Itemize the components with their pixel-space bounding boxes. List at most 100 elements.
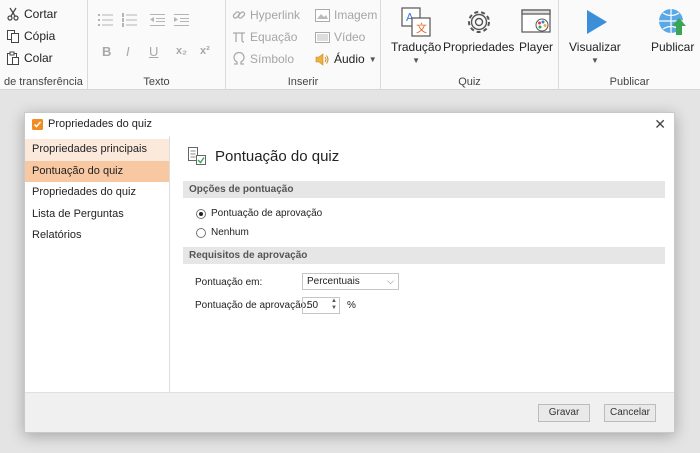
score-in-value: Percentuais — [307, 276, 360, 287]
increase-indent-icon[interactable] — [174, 13, 190, 27]
scoring-options-header: Opções de pontuação — [183, 181, 665, 198]
numbered-list-icon[interactable] — [122, 13, 138, 27]
insert-group-label: Inserir — [287, 76, 319, 88]
quiz-properties-dialog: Propriedades do quiz ✕ Propriedades prin… — [24, 112, 675, 433]
page-title: Pontuação do quiz — [215, 147, 340, 165]
dialog-content: Pontuação do quiz Opções de pontuação Po… — [171, 136, 675, 394]
publish-group: Visualizar ▼ Publicar Publicar — [559, 0, 700, 90]
radio-selected-indicator — [196, 208, 206, 219]
quiz-check-icon — [32, 118, 43, 130]
pass-requirements-header: Requisitos de aprovação — [183, 247, 665, 264]
sidebar-item-quiz-properties[interactable]: Propriedades do quiz — [25, 182, 169, 204]
properties-label: Propriedades — [443, 40, 515, 54]
image-icon — [315, 8, 330, 22]
video-button[interactable]: Vídeo — [315, 30, 365, 44]
audio-label: Áudio — [334, 52, 365, 66]
player-button[interactable]: Player — [519, 6, 553, 54]
sidebar-item-question-list[interactable]: Lista de Perguntas — [25, 204, 169, 226]
clipboard-group: Cortar Cópia Colar de transferência — [0, 0, 88, 90]
equation-button[interactable]: Equação — [232, 30, 297, 44]
properties-button[interactable]: Propriedades — [443, 6, 514, 54]
player-icon — [521, 9, 551, 33]
stepper-up-icon[interactable]: ▲ — [331, 298, 337, 305]
audio-dropdown-icon[interactable]: ▼ — [369, 55, 377, 64]
subscript-button[interactable]: x₂ — [176, 45, 187, 57]
translation-label: Tradução — [391, 40, 442, 54]
superscript-button[interactable]: x² — [200, 45, 210, 57]
text-group-label: Texto — [143, 76, 170, 88]
paste-button[interactable]: Colar — [6, 51, 53, 65]
chevron-down-icon: ⌵ — [387, 276, 394, 286]
preview-button[interactable]: Visualizar ▼ — [569, 6, 621, 65]
speaker-icon — [315, 52, 329, 66]
paste-label: Colar — [24, 51, 53, 65]
bold-button[interactable]: B — [102, 44, 111, 59]
preview-dropdown-icon[interactable]: ▼ — [591, 56, 599, 65]
publish-button[interactable]: Publicar — [651, 6, 694, 54]
passing-score-value: 50 — [307, 300, 319, 311]
passing-score-label: Pontuação de aprovação: — [195, 300, 309, 311]
translation-dropdown-icon[interactable]: ▼ — [412, 56, 420, 65]
pi-icon — [233, 32, 245, 43]
sidebar-item-main-properties[interactable]: Propriedades principais — [25, 139, 169, 161]
radio-none-label: Nenhum — [211, 227, 249, 238]
scissors-icon — [7, 7, 19, 21]
section-heading: Pontuação do quiz — [187, 146, 339, 166]
stepper-arrows[interactable]: ▲ ▼ — [331, 298, 337, 312]
dialog-title: Propriedades do quiz — [48, 118, 152, 130]
equation-label: Equação — [250, 30, 298, 44]
audio-button[interactable]: Áudio ▼ — [315, 52, 377, 66]
bullet-list-icon[interactable] — [98, 13, 114, 27]
publish-globe-icon — [658, 9, 686, 35]
radio-passing-score[interactable]: Pontuação de aprovação — [196, 208, 322, 219]
score-in-select[interactable]: Percentuais ⌵ — [302, 273, 399, 290]
underline-button[interactable]: U — [149, 44, 158, 59]
hyperlink-button[interactable]: Hyperlink — [232, 8, 300, 22]
cancel-button[interactable]: Cancelar — [604, 404, 656, 422]
stepper-down-icon[interactable]: ▼ — [331, 305, 337, 312]
decrease-indent-icon[interactable] — [150, 13, 166, 27]
symbol-button[interactable]: Símbolo — [232, 52, 294, 66]
quiz-group-label: Quiz — [458, 76, 481, 88]
radio-passing-score-label: Pontuação de aprovação — [211, 208, 323, 219]
video-icon — [315, 31, 330, 43]
translation-button[interactable]: A文 Tradução ▼ — [391, 6, 441, 65]
sidebar-item-reports[interactable]: Relatórios — [25, 225, 169, 247]
publish-group-label: Publicar — [609, 76, 650, 88]
hyperlink-label: Hyperlink — [250, 8, 301, 22]
gear-icon — [467, 11, 490, 33]
save-button[interactable]: Gravar — [538, 404, 590, 422]
omega-icon — [233, 52, 245, 65]
cut-button[interactable]: Cortar — [6, 7, 57, 21]
radio-none[interactable]: Nenhum — [196, 227, 249, 238]
text-group: B I U x₂ x² Texto — [88, 0, 226, 90]
dialog-footer: Gravar Cancelar — [25, 392, 674, 432]
copy-button[interactable]: Cópia — [6, 29, 55, 43]
sidebar-item-quiz-scoring[interactable]: Pontuação do quiz — [25, 160, 169, 182]
passing-score-stepper[interactable]: 50 ▲ ▼ — [302, 297, 340, 314]
percent-unit: % — [347, 300, 356, 311]
score-in-label: Pontuação em: — [195, 277, 263, 288]
quiz-group: A文 Tradução ▼ Propriedades Player Quiz — [381, 0, 559, 90]
cut-label: Cortar — [24, 7, 58, 21]
dialog-titlebar: Propriedades do quiz ✕ — [25, 113, 674, 135]
radio-unselected-indicator — [196, 227, 206, 238]
image-button[interactable]: Imagem — [315, 8, 377, 22]
video-label: Vídeo — [334, 30, 366, 44]
publish-label: Publicar — [651, 40, 695, 54]
svg-text:文: 文 — [416, 21, 427, 35]
insert-group: Hyperlink Equação Símbolo Imagem Vídeo Á… — [226, 0, 381, 90]
clipboard-group-label: de transferência — [4, 76, 83, 88]
image-label: Imagem — [334, 8, 378, 22]
player-label: Player — [519, 40, 554, 54]
translation-icon: A文 — [401, 7, 431, 37]
paste-icon — [7, 51, 19, 65]
preview-label: Visualizar — [569, 40, 621, 54]
copy-label: Cópia — [24, 29, 56, 43]
link-icon — [232, 11, 246, 19]
close-icon[interactable]: ✕ — [654, 116, 666, 133]
copy-icon — [7, 30, 19, 43]
italic-button[interactable]: I — [126, 44, 130, 59]
dialog-sidebar: Propriedades principais Pontuação do qui… — [25, 136, 170, 394]
symbol-label: Símbolo — [250, 52, 295, 66]
